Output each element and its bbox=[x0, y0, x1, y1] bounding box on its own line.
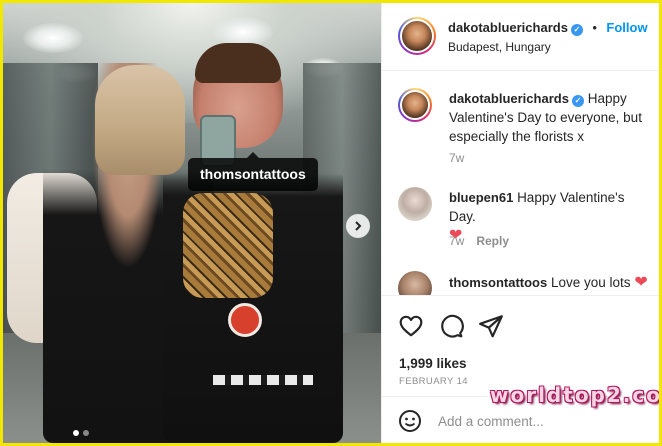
carousel-dot[interactable] bbox=[83, 430, 89, 436]
send-icon[interactable] bbox=[478, 313, 504, 339]
comment-avatar[interactable] bbox=[398, 187, 432, 221]
divider bbox=[382, 295, 659, 296]
comment-age[interactable]: 7w bbox=[449, 234, 464, 248]
verified-icon: ✓ bbox=[571, 95, 584, 107]
watermark: worldtop2.com bbox=[490, 383, 662, 407]
post-side-panel: dakotabluerichards ✓ • Follow Budapest, H… bbox=[381, 3, 659, 443]
comments-list[interactable]: dakotabluerichards ✓ Happy Valentine's Da… bbox=[382, 71, 659, 295]
caption-username[interactable]: dakotabluerichards bbox=[449, 91, 569, 106]
carousel-dots bbox=[73, 430, 89, 436]
comment-text: Love you lots bbox=[550, 275, 631, 290]
caption-text-block: dakotabluerichards ✓ Happy Valentine's Da… bbox=[449, 89, 654, 146]
carousel-dot[interactable] bbox=[73, 430, 79, 436]
header-username[interactable]: dakotabluerichards bbox=[448, 20, 568, 35]
post-location[interactable]: Budapest, Hungary bbox=[448, 40, 551, 54]
post-photo[interactable]: thomsontattoos bbox=[3, 3, 381, 443]
heart-outline-icon[interactable] bbox=[398, 313, 424, 339]
add-comment-input[interactable] bbox=[438, 410, 638, 432]
follow-button[interactable]: Follow bbox=[606, 20, 647, 35]
user-tag[interactable]: thomsontattoos bbox=[188, 152, 318, 191]
caption-avatar[interactable] bbox=[398, 88, 432, 122]
chandelier bbox=[23, 23, 83, 53]
avatar[interactable] bbox=[398, 17, 436, 55]
comment-meta: 7w Reply bbox=[449, 234, 509, 248]
jacket-stripe bbox=[213, 375, 313, 385]
plaid-bag bbox=[183, 193, 273, 298]
jacket-patch bbox=[228, 303, 262, 337]
caption-age[interactable]: 7w bbox=[449, 151, 464, 165]
post-date: FEBRUARY 14 bbox=[399, 376, 468, 387]
separator: • bbox=[592, 20, 597, 35]
comment-username[interactable]: bluepen61 bbox=[449, 190, 513, 205]
heart-emoji: ❤ bbox=[634, 274, 648, 291]
likes-count[interactable]: 1,999 likes bbox=[399, 356, 467, 371]
comment-text-block: thomsontattoos Love you lots ❤ bbox=[449, 273, 654, 292]
comment-username[interactable]: thomsontattoos bbox=[449, 275, 547, 290]
comment-avatar[interactable] bbox=[398, 271, 432, 295]
man-hair bbox=[195, 43, 281, 83]
post-header: dakotabluerichards ✓ • Follow Budapest, H… bbox=[382, 3, 659, 71]
verified-icon: ✓ bbox=[570, 24, 583, 36]
instagram-post-frame: thomsontattoos dakotabluerichards ✓ • Fol… bbox=[0, 0, 662, 446]
header-user-line: dakotabluerichards ✓ • Follow bbox=[448, 19, 648, 37]
reply-button[interactable]: Reply bbox=[476, 234, 509, 248]
next-photo-button[interactable] bbox=[346, 214, 370, 238]
comment-icon[interactable] bbox=[438, 313, 464, 339]
chevron-right-icon bbox=[355, 221, 362, 231]
action-bar bbox=[398, 313, 504, 339]
smiley-icon[interactable] bbox=[398, 409, 422, 433]
